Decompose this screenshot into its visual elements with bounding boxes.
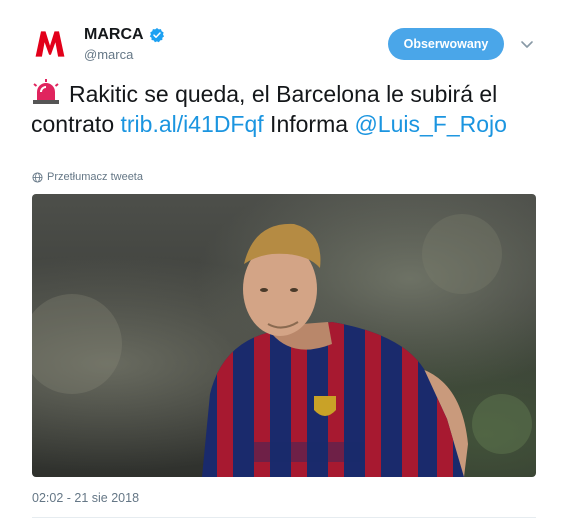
translate-tweet-link[interactable]: Przetłumacz tweeta [32, 171, 143, 183]
divider [32, 517, 536, 518]
name-row: MARCA [84, 26, 165, 44]
tweet-link[interactable]: trib.al/i41DFqf [121, 111, 264, 137]
translate-label[interactable]: Przetłumacz tweeta [47, 171, 143, 183]
user-handle[interactable]: @marca [84, 47, 133, 62]
following-button[interactable]: Obserwowany [388, 28, 504, 60]
globe-icon [32, 171, 43, 183]
player-photo [32, 214, 532, 477]
siren-emoji-icon [31, 79, 61, 105]
verified-badge-icon [149, 27, 165, 43]
marca-logo-mark [35, 31, 65, 57]
marca-logo[interactable] [30, 24, 70, 64]
tweet-text: Rakitic se queda, el Barcelona le subirá… [31, 79, 531, 139]
chevron-down-icon[interactable] [519, 36, 535, 52]
mention-link[interactable]: @Luis_F_Rojo [354, 111, 506, 137]
tweet-timestamp[interactable]: 02:02 - 21 sie 2018 [32, 491, 139, 505]
display-name[interactable]: MARCA [84, 26, 144, 44]
tweet-media-photo[interactable] [32, 194, 536, 477]
tweet-text-part2: Informa [263, 111, 355, 137]
